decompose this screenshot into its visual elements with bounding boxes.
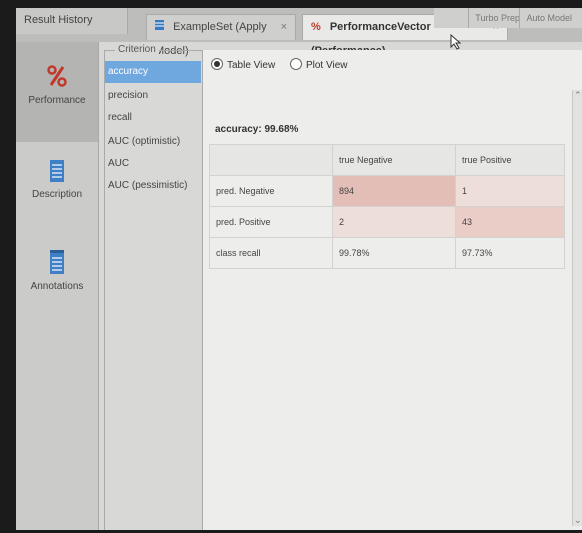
table-header-cell: true Negative (332, 144, 456, 176)
table-cell: 2 (332, 206, 456, 238)
tab-result-history-label: Result History (24, 14, 93, 26)
view-toggle: Table View Plot View (211, 56, 359, 76)
row-label: pred. Positive (209, 206, 333, 238)
criterion-item-recall[interactable]: recall (105, 107, 201, 129)
criterion-title: Criterion (115, 44, 159, 55)
rail-description-label: Description (31, 189, 83, 200)
rail-item-annotations[interactable]: Annotations (16, 250, 98, 292)
rail-performance-label: Performance (28, 95, 86, 106)
mouse-cursor-icon (450, 33, 462, 53)
criterion-item-accuracy[interactable]: accuracy (105, 61, 201, 83)
criterion-item-auc[interactable]: AUC (105, 153, 201, 175)
table-header-cell: true Positive (455, 144, 565, 176)
radio-empty-icon (289, 58, 302, 71)
scroll-up-icon[interactable]: ⌃ (574, 90, 582, 101)
percent-icon (16, 64, 98, 91)
table-cell: 97.73% (455, 237, 565, 269)
tab-bar: Result History ExampleSet (Apply Model) … (16, 8, 582, 57)
scroll-down-icon[interactable]: ⌄ (574, 515, 582, 526)
table-cell: 1 (455, 175, 565, 207)
criterion-item-auc-optimistic[interactable]: AUC (optimistic) (105, 131, 201, 153)
result-title: accuracy: 99.68% (215, 124, 299, 135)
auto-model-button[interactable]: Auto Model (519, 8, 578, 28)
confusion-matrix: true Negative true Positive pred. Negati… (209, 144, 565, 269)
rail-annotations-label: Annotations (30, 281, 84, 292)
document-icon (16, 160, 98, 185)
table-view-radio[interactable]: Table View (211, 58, 287, 71)
result-panel: Table View Plot View accuracy: 99.68% tr… (202, 50, 582, 530)
screen: Result History ExampleSet (Apply Model) … (16, 8, 582, 530)
table-header-cell (209, 144, 333, 176)
criterion-item-auc-pessimistic[interactable]: AUC (pessimistic) (105, 175, 201, 197)
row-label: class recall (209, 237, 333, 269)
rail-item-performance[interactable]: Performance (16, 42, 98, 142)
turbo-prep-button[interactable]: Turbo Prep (468, 8, 526, 28)
table-row: class recall 99.78% 97.73% (209, 237, 565, 269)
criterion-item-precision[interactable]: precision (105, 85, 201, 107)
percent-icon: % (311, 21, 321, 33)
radio-selected-icon (211, 58, 223, 71)
table-cell: 894 (332, 175, 456, 207)
plot-view-radio[interactable]: Plot View (289, 58, 360, 71)
vertical-scrollbar[interactable]: ⌃ ⌄ (572, 90, 582, 526)
table-cell: 99.78% (332, 237, 456, 269)
tab-result-history[interactable]: Result History (16, 8, 128, 34)
table-row: pred. Positive 2 43 (209, 206, 565, 238)
left-rail: Performance Description Annotations (16, 42, 99, 530)
tab-exampleset[interactable]: ExampleSet (Apply Model) × (146, 14, 296, 57)
table-header-row: true Negative true Positive (209, 144, 565, 176)
top-right-buttons: Turbo Prep Auto Model (434, 8, 582, 28)
close-icon[interactable]: × (281, 15, 287, 39)
criterion-list: Criterion accuracy precision recall AUC … (104, 44, 203, 530)
notepad-icon (16, 250, 98, 277)
row-label: pred. Negative (209, 175, 333, 207)
table-cell: 43 (455, 206, 565, 238)
rail-item-description[interactable]: Description (16, 160, 98, 200)
table-icon (155, 15, 164, 39)
table-row: pred. Negative 894 1 (209, 175, 565, 207)
